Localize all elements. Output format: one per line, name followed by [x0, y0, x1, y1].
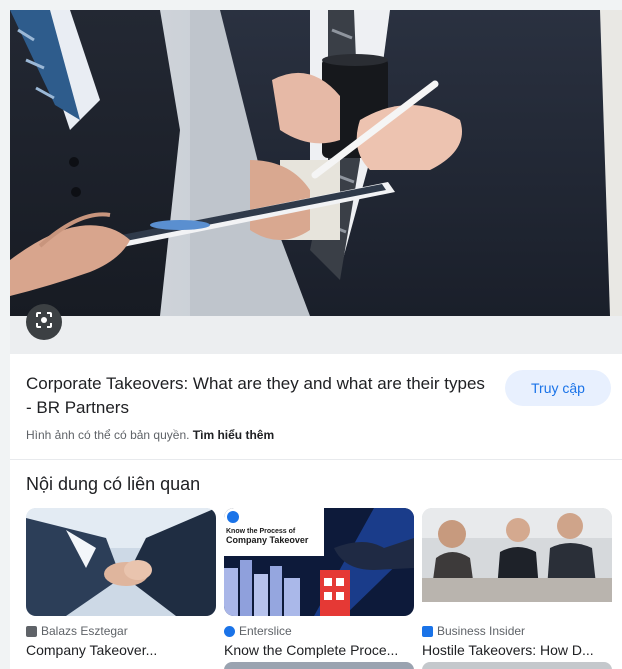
left-rail — [0, 0, 10, 669]
source-favicon-icon — [422, 625, 433, 637]
related-thumbnail[interactable]: Know the Process of Company Takeover — [224, 508, 414, 616]
related-card-3[interactable]: Business Insider Hostile Takeovers: How … — [422, 508, 612, 658]
related-card-2[interactable]: Know the Process of Company Takeover Ent… — [224, 508, 414, 658]
image-footer-band — [10, 316, 622, 354]
related-thumbnail-peek[interactable] — [422, 662, 612, 669]
visit-button[interactable]: Truy cập — [505, 370, 611, 406]
image-info-panel: Corporate Takeovers: What are they and w… — [10, 354, 622, 460]
related-title[interactable]: Company Takeover... — [26, 642, 216, 658]
source-name: Business Insider — [437, 624, 526, 638]
google-lens-button[interactable] — [26, 304, 62, 340]
source-favicon-icon — [224, 625, 235, 637]
learn-more-link[interactable]: Tìm hiểu thêm — [193, 428, 274, 442]
related-source: Business Insider — [422, 624, 612, 638]
related-thumbnail[interactable] — [422, 508, 612, 616]
related-thumbnail-peek[interactable] — [224, 662, 414, 669]
related-source: Balazs Esztegar — [26, 624, 216, 638]
copyright-text: Hình ảnh có thể có bản quyền. — [26, 428, 190, 442]
related-card-1[interactable]: Balazs Esztegar Company Takeover... — [26, 508, 216, 658]
image-title[interactable]: Corporate Takeovers: What are they and w… — [26, 372, 486, 420]
main-image[interactable] — [10, 10, 622, 316]
top-strip — [0, 0, 622, 10]
related-thumbnail[interactable] — [26, 508, 216, 616]
divider — [10, 459, 622, 460]
related-title[interactable]: Hostile Takeovers: How D... — [422, 642, 612, 658]
thumb-caption: Know the Process of Company Takeover — [226, 528, 309, 545]
source-favicon-icon — [26, 625, 37, 637]
related-heading: Nội dung có liên quan — [26, 474, 201, 494]
source-name: Enterslice — [239, 624, 292, 638]
source-name: Balazs Esztegar — [41, 624, 128, 638]
related-source: Enterslice — [224, 624, 414, 638]
related-title[interactable]: Know the Complete Proce... — [224, 642, 414, 658]
copyright-notice: Hình ảnh có thể có bản quyền. Tìm hiểu t… — [26, 428, 274, 442]
google-lens-icon — [34, 310, 54, 335]
